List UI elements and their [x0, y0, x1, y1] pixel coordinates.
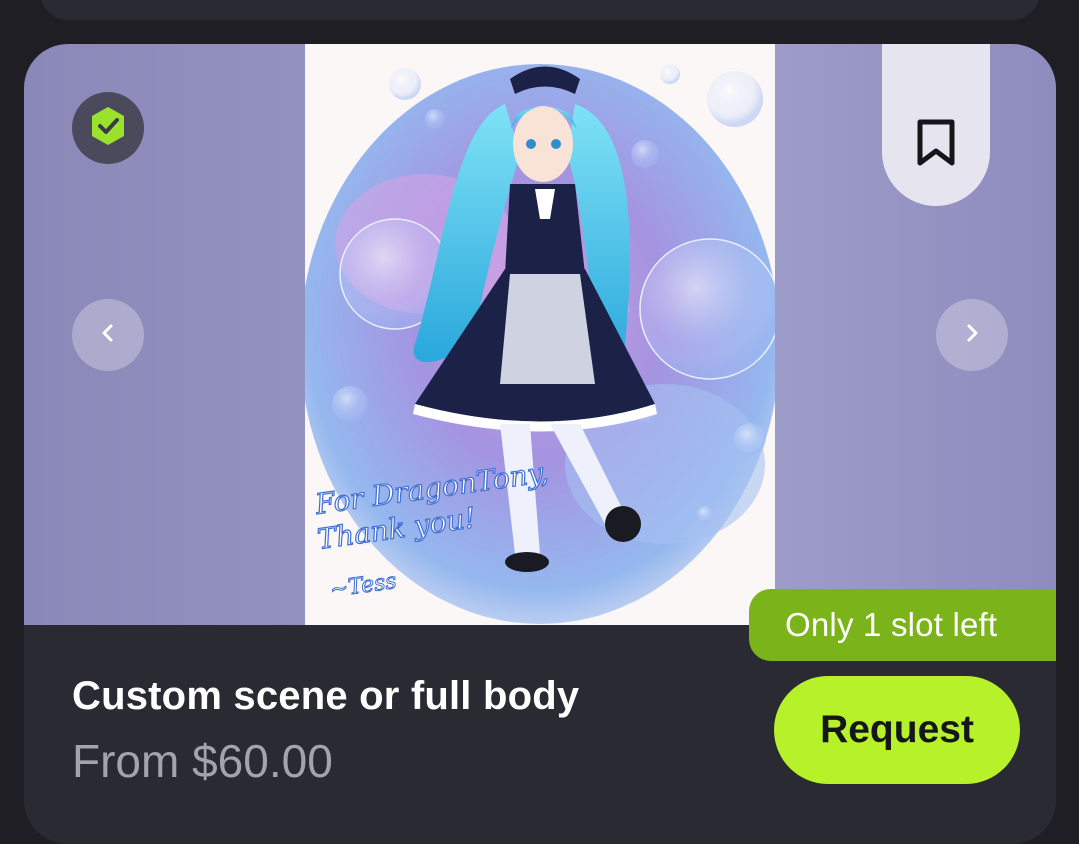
previous-image-button[interactable] — [72, 299, 144, 371]
verified-check-icon — [86, 104, 130, 153]
image-gallery[interactable]: For DragonTony, Thank you! ~Tess — [24, 44, 1056, 625]
bookmark-button[interactable] — [882, 44, 990, 206]
artwork-image: For DragonTony, Thank you! ~Tess — [305, 44, 775, 625]
slot-availability-badge: Only 1 slot left — [749, 589, 1056, 661]
listing-title: Custom scene or full body — [72, 674, 580, 718]
listing-price: From $60.00 — [72, 735, 333, 787]
chevron-left-icon — [96, 321, 120, 350]
next-image-button[interactable] — [936, 299, 1008, 371]
verified-badge — [72, 92, 144, 164]
bookmark-icon — [916, 119, 956, 172]
previous-card-edge — [40, 0, 1040, 20]
chevron-right-icon — [960, 321, 984, 350]
request-button[interactable]: Request — [774, 676, 1020, 784]
listing-card[interactable]: For DragonTony, Thank you! ~Tess Only 1 … — [24, 44, 1056, 844]
